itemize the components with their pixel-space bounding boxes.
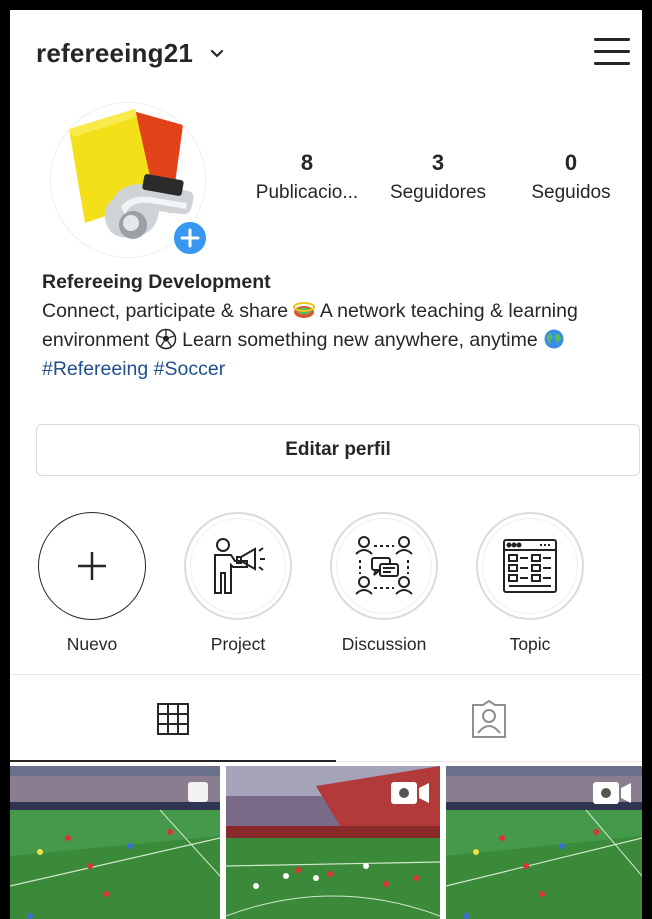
posts-grid [10,766,642,919]
post-thumbnail[interactable] [10,766,220,919]
highlight-topic-ring[interactable] [476,512,584,620]
video-icon [390,780,430,811]
carousel-icon [186,780,210,809]
stat-followers-count: 3 [431,150,445,175]
stat-posts[interactable]: 8 Publicacio... [242,148,372,208]
stat-followers[interactable]: 3 Seguidores [378,148,498,208]
profile-bio: Refereeing Development Connect, particip… [42,268,632,384]
stat-following-label: Seguidos [531,182,611,203]
bio-text: Connect, participate & share A network t… [42,297,632,384]
highlight-topic-label: Topic [509,634,551,654]
highlight-discussion-label: Discussion [341,634,427,654]
post-thumbnail[interactable] [226,766,440,919]
edit-profile-button[interactable]: Editar perfil [36,424,640,476]
tabs-divider [10,674,642,675]
profile-avatar-container[interactable] [50,102,210,260]
bio-text-part-1: Connect, participate & share [42,300,294,322]
username[interactable]: refereeing21 [36,38,193,69]
highlight-project[interactable]: Project [178,512,298,655]
stat-following-count: 0 [564,150,578,175]
hamburger-menu-icon[interactable] [592,32,632,72]
highlight-topic[interactable]: Topic [470,512,590,655]
highlight-project-ring[interactable] [184,512,292,620]
globe-emoji-icon [544,329,564,349]
profile-header: refereeing21 [10,10,642,90]
highlight-discussion-ring[interactable] [330,512,438,620]
hashtag-refereeing[interactable]: #Refereeing [42,358,148,380]
highlight-discussion[interactable]: Discussion [324,512,444,655]
add-story-plus-icon[interactable] [170,218,210,258]
browser-list-icon [503,539,557,593]
soccer-ball-emoji-icon [155,328,176,350]
discussion-group-icon [355,536,413,595]
stat-following[interactable]: 0 Seguidos [516,148,626,208]
tab-grid[interactable] [10,676,336,762]
highlight-new-ring[interactable] [38,512,146,620]
highlight-new[interactable]: Nuevo [32,512,152,655]
video-icon [592,780,632,811]
post-thumbnail[interactable] [446,766,642,919]
tabs-bottom-divider [336,761,642,762]
tagged-person-icon [472,699,506,738]
highlight-new-label: Nuevo [66,634,118,654]
highlight-project-label: Project [210,634,266,654]
stat-posts-label: Publicacio... [255,182,359,203]
grid-icon [157,703,189,735]
plus-icon [78,552,106,580]
stadium-emoji-icon [293,302,316,318]
stat-followers-label: Seguidores [389,182,487,203]
stat-posts-count: 8 [300,150,314,175]
profile-display-name: Refereeing Development [42,271,271,293]
megaphone-person-icon [214,538,265,594]
active-tab-indicator [10,760,336,762]
chevron-down-icon[interactable] [206,43,228,65]
hashtag-soccer[interactable]: #Soccer [154,358,226,380]
bio-text-part-3: Learn something new anywhere, anytime [176,329,544,351]
tab-tagged[interactable] [336,676,642,762]
phone-screen: refereeing21 8 Publicacio... 3 Seguidore… [0,0,652,919]
